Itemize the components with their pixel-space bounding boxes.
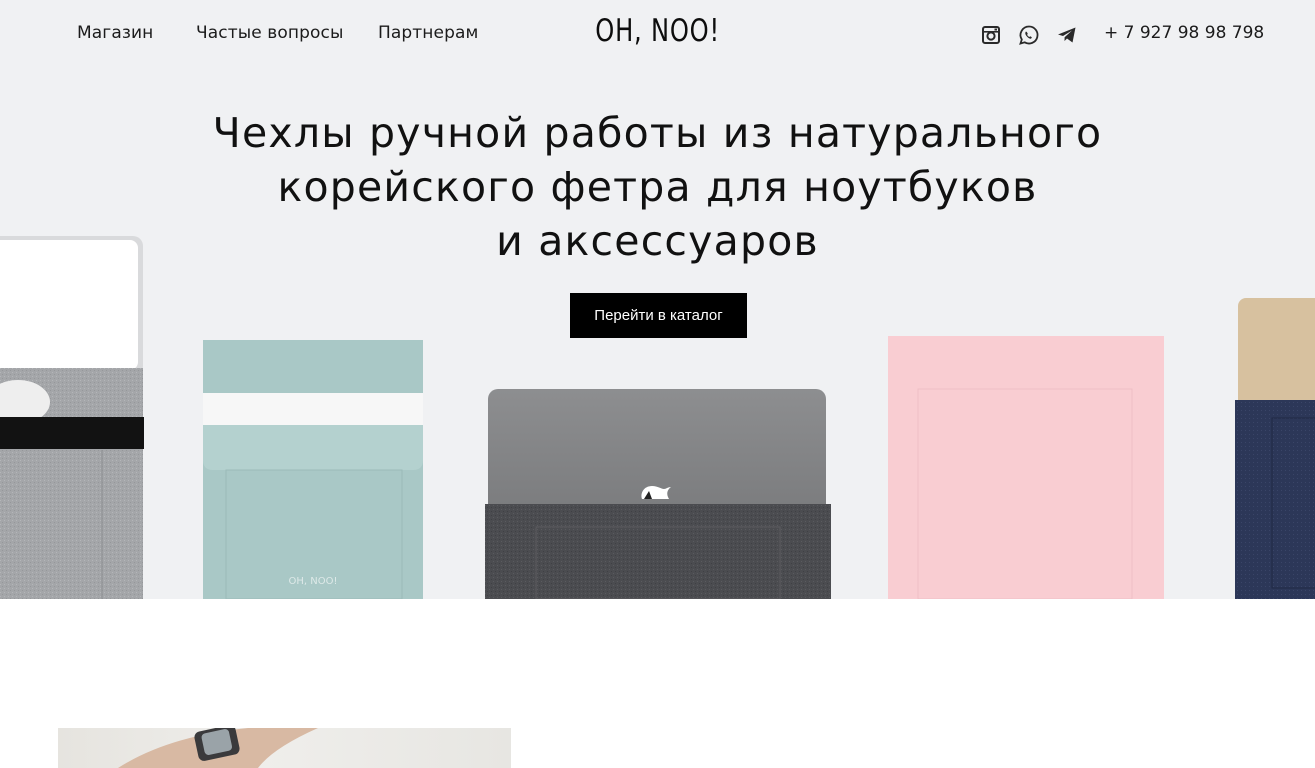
nav-link-shop[interactable]: Магазин <box>77 23 153 43</box>
instagram-icon[interactable] <box>980 24 1002 46</box>
hero-section: OH, NOO! Магазин Частые вопросы Партнера… <box>0 0 1315 599</box>
dark-grey-laptop-sleeve <box>485 389 831 599</box>
whatsapp-icon[interactable] <box>1018 24 1040 46</box>
hero-headline-line-2: корейского фетра для ноутбуков <box>277 163 1038 211</box>
watch-on-wrist-photo <box>118 728 318 768</box>
mint-felt-sleeve: OH, NOO! <box>203 340 423 599</box>
sleeve-brand-mark: OH, NOO! <box>289 576 338 587</box>
telegram-icon[interactable] <box>1056 24 1078 46</box>
hero-headline-line-1: Чехлы ручной работы из натурального <box>212 109 1103 157</box>
hero-headline-line-3: и аксессуаров <box>496 217 819 265</box>
site-logo[interactable]: OH, NOO! <box>145 13 1171 49</box>
pink-felt-sleeve <box>888 336 1164 599</box>
grey-felt-sleeve <box>0 236 144 599</box>
section-photo <box>58 728 511 768</box>
navy-felt-sleeve <box>1235 298 1315 599</box>
catalog-button[interactable]: Перейти в каталог <box>570 293 747 338</box>
hero-headline: Чехлы ручной работы из натурального коре… <box>0 106 1315 268</box>
phone-number[interactable]: + 7 927 98 98 798 <box>1104 23 1264 43</box>
